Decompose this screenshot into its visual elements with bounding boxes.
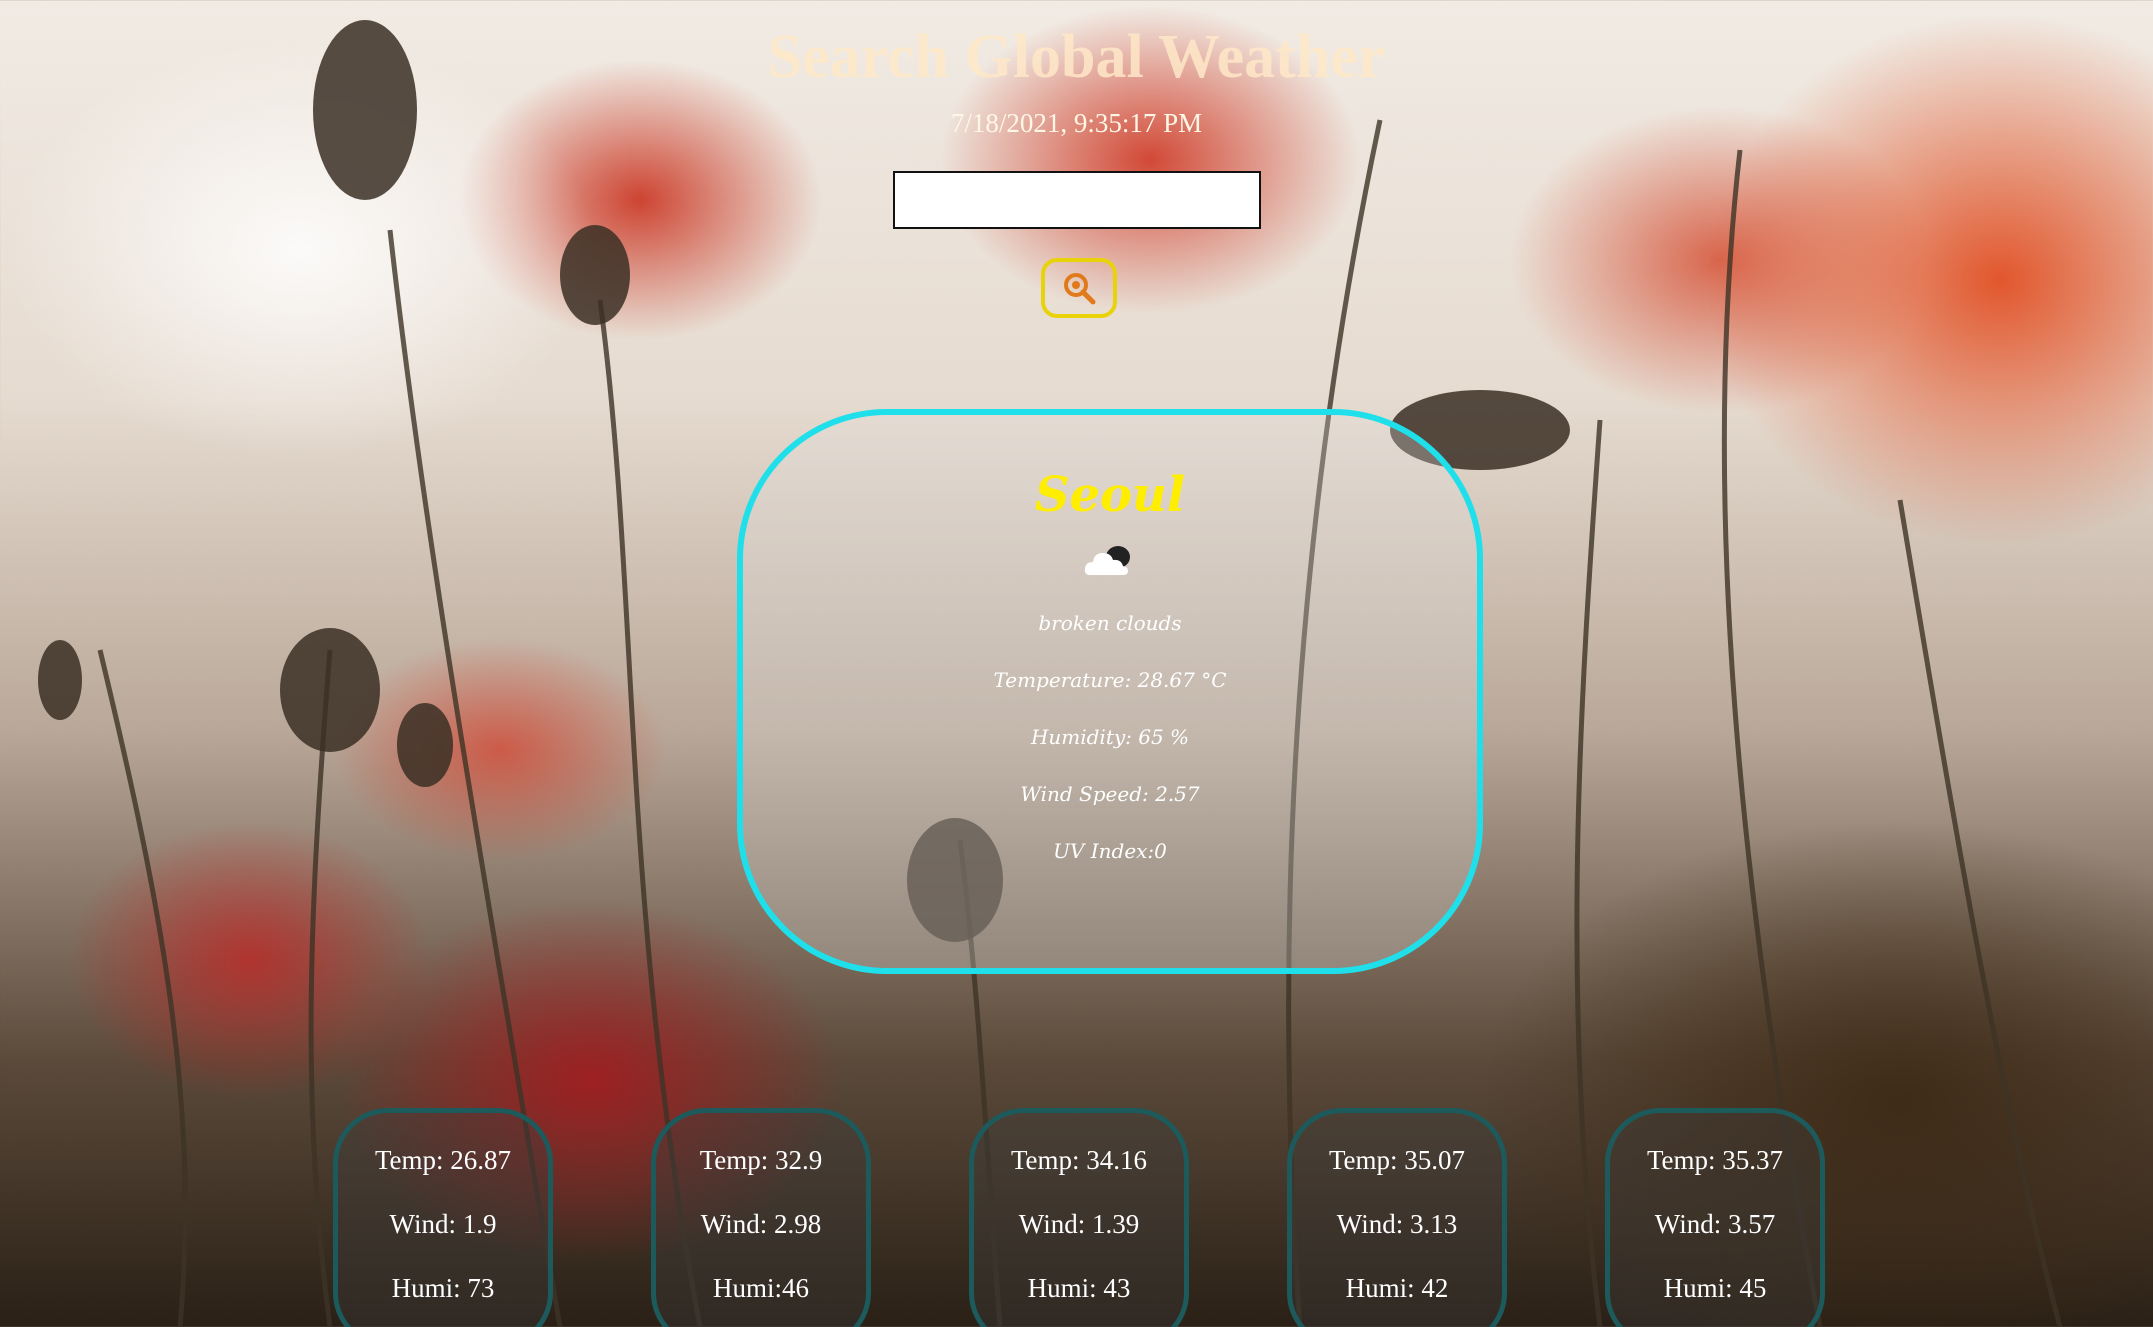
forecast-wind: Wind: 1.9 [389, 1209, 497, 1239]
uv-index-value: UV Index:0 [1053, 839, 1167, 863]
forecast-wind: Wind: 3.57 [1654, 1209, 1776, 1239]
forecast-humidity: Humi:46 [712, 1273, 809, 1303]
forecast-humidity: Humi: 73 [391, 1273, 495, 1303]
forecast-wind: Wind: 3.13 [1336, 1209, 1458, 1239]
forecast-temp: Temp: 35.07 [1328, 1145, 1466, 1175]
forecast-humidity: Humi: 43 [1027, 1273, 1131, 1303]
search-icon [1064, 273, 1096, 305]
forecast-humidity: Humi: 45 [1663, 1273, 1767, 1303]
search-button[interactable] [1041, 258, 1117, 318]
city-name: Seoul [1034, 467, 1186, 523]
current-weather-card: Seoul broken clouds Temperature: 28.67 °… [737, 409, 1483, 974]
weather-description: broken clouds [1038, 611, 1182, 635]
current-datetime: 7/18/2021, 9:35:17 PM [950, 108, 1203, 138]
forecast-card: Temp: 35.37 Wind: 3.57 Humi: 45 [1605, 1108, 1825, 1327]
forecast-wind: Wind: 1.39 [1018, 1209, 1140, 1239]
forecast-card: Temp: 32.9 Wind: 2.98 Humi:46 [651, 1108, 871, 1327]
humidity-value: Humidity: 65 % [1030, 725, 1190, 749]
forecast-temp: Temp: 34.16 [1010, 1145, 1148, 1175]
forecast-temp: Temp: 26.87 [374, 1145, 512, 1175]
forecast-card: Temp: 34.16 Wind: 1.39 Humi: 43 [969, 1108, 1189, 1327]
forecast-card: Temp: 35.07 Wind: 3.13 Humi: 42 [1287, 1108, 1507, 1327]
forecast-humidity: Humi: 42 [1345, 1273, 1449, 1303]
forecast-temp: Temp: 32.9 [699, 1145, 823, 1175]
search-input[interactable] [893, 171, 1261, 229]
forecast-temp: Temp: 35.37 [1646, 1145, 1784, 1175]
forecast-wind: Wind: 2.98 [700, 1209, 822, 1239]
forecast-card: Temp: 26.87 Wind: 1.9 Humi: 73 [333, 1108, 553, 1327]
temperature-value: Temperature: 28.67 °C [993, 668, 1227, 692]
page-title: Search Global Weather [767, 23, 1386, 91]
wind-speed-value: Wind Speed: 2.57 [1020, 782, 1200, 806]
cloud-icon [1080, 537, 1140, 583]
